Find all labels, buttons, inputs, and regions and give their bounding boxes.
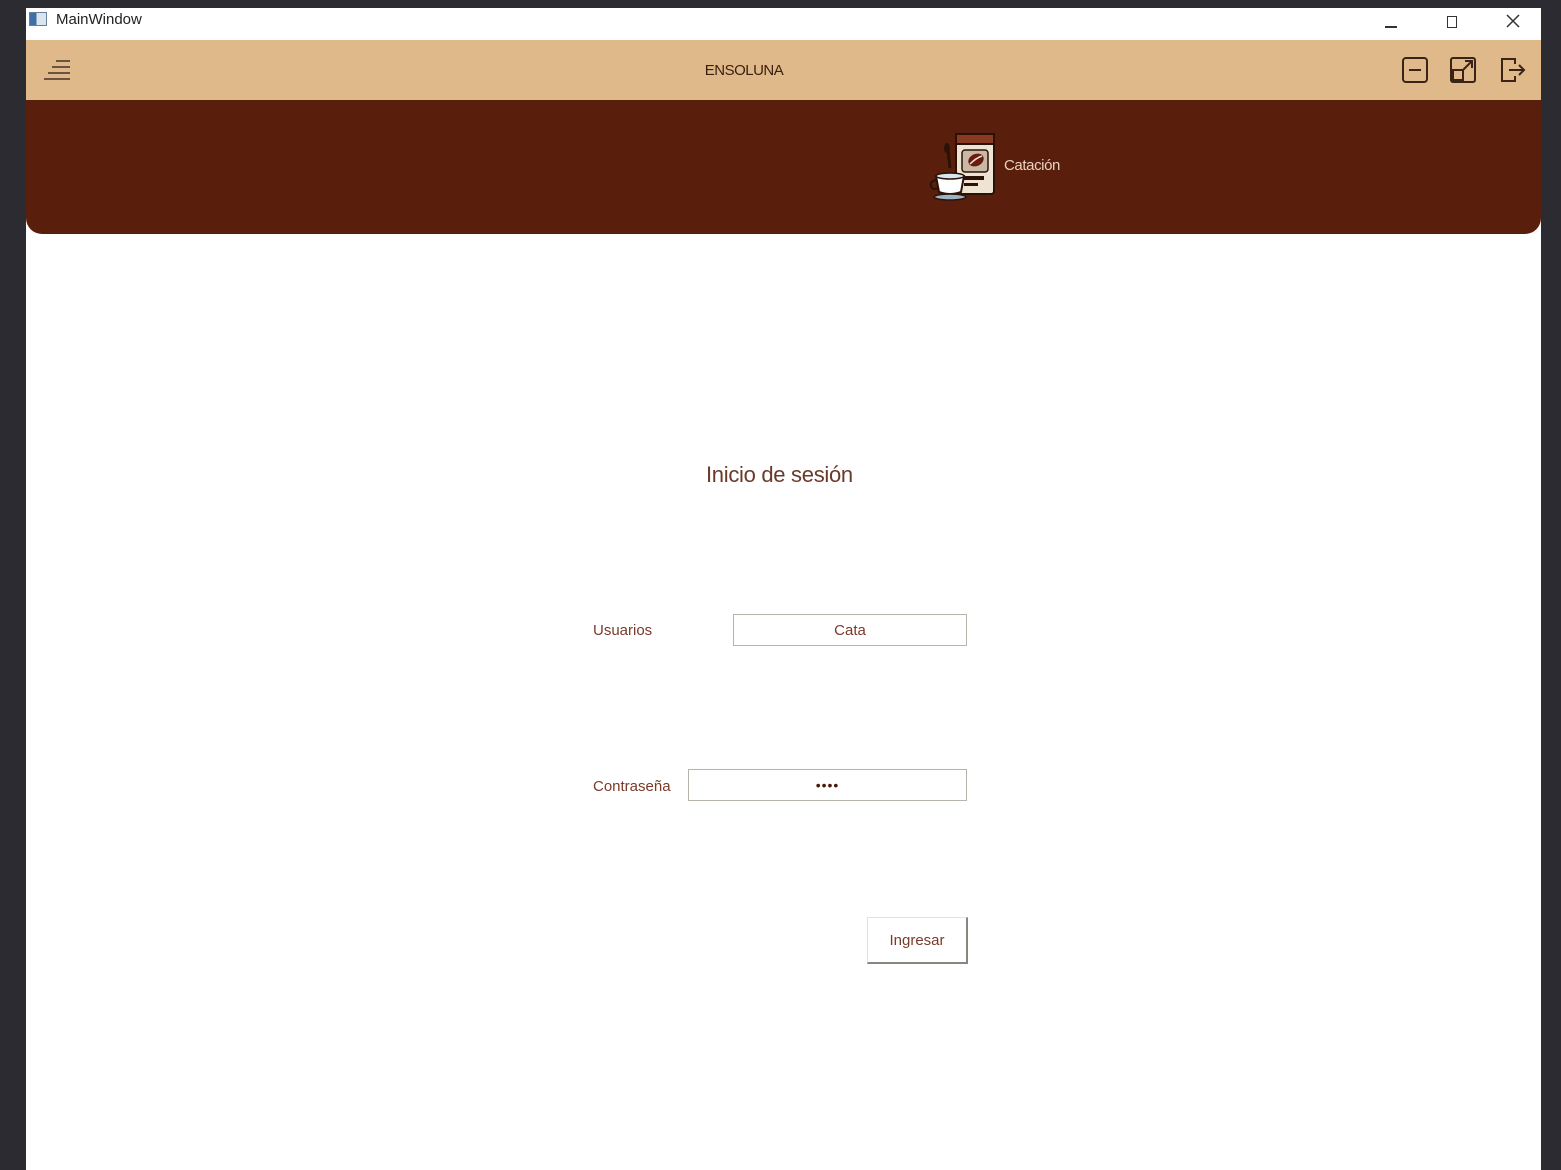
catacion-label[interactable]: Catación bbox=[1004, 157, 1060, 174]
close-icon bbox=[1506, 14, 1520, 28]
window-title: MainWindow bbox=[56, 11, 142, 28]
app-window-icon bbox=[29, 12, 47, 26]
catacion-button[interactable] bbox=[926, 128, 1000, 202]
logout-icon bbox=[1501, 58, 1526, 82]
login-submit-button[interactable]: Ingresar bbox=[867, 917, 968, 964]
logout-button[interactable] bbox=[1497, 55, 1527, 85]
username-input[interactable] bbox=[733, 614, 967, 646]
password-label: Contraseña bbox=[593, 778, 671, 795]
password-input[interactable] bbox=[688, 769, 967, 801]
app-title: ENSOLUNA bbox=[704, 61, 784, 79]
minimize-window-icon bbox=[1402, 57, 1428, 83]
login-title: Inicio de sesión bbox=[706, 462, 853, 487]
minimize-icon bbox=[1385, 26, 1397, 28]
window-minimize-button[interactable] bbox=[1368, 8, 1414, 40]
maximize-window-icon bbox=[1450, 57, 1476, 83]
header-maximize-button[interactable] bbox=[1448, 55, 1478, 85]
top-banner: Catación bbox=[26, 100, 1541, 234]
main-window: MainWindow ENSOLUNA Catación Inicio de s… bbox=[26, 8, 1541, 1170]
header-minimize-button[interactable] bbox=[1400, 55, 1430, 85]
window-maximize-button[interactable] bbox=[1429, 8, 1475, 40]
window-close-button[interactable] bbox=[1490, 8, 1536, 40]
maximize-icon bbox=[1447, 16, 1457, 28]
os-title-bar: MainWindow bbox=[26, 8, 1541, 40]
username-label: Usuarios bbox=[593, 622, 653, 639]
coffee-cupping-icon bbox=[929, 133, 995, 201]
app-header: ENSOLUNA bbox=[26, 40, 1541, 100]
